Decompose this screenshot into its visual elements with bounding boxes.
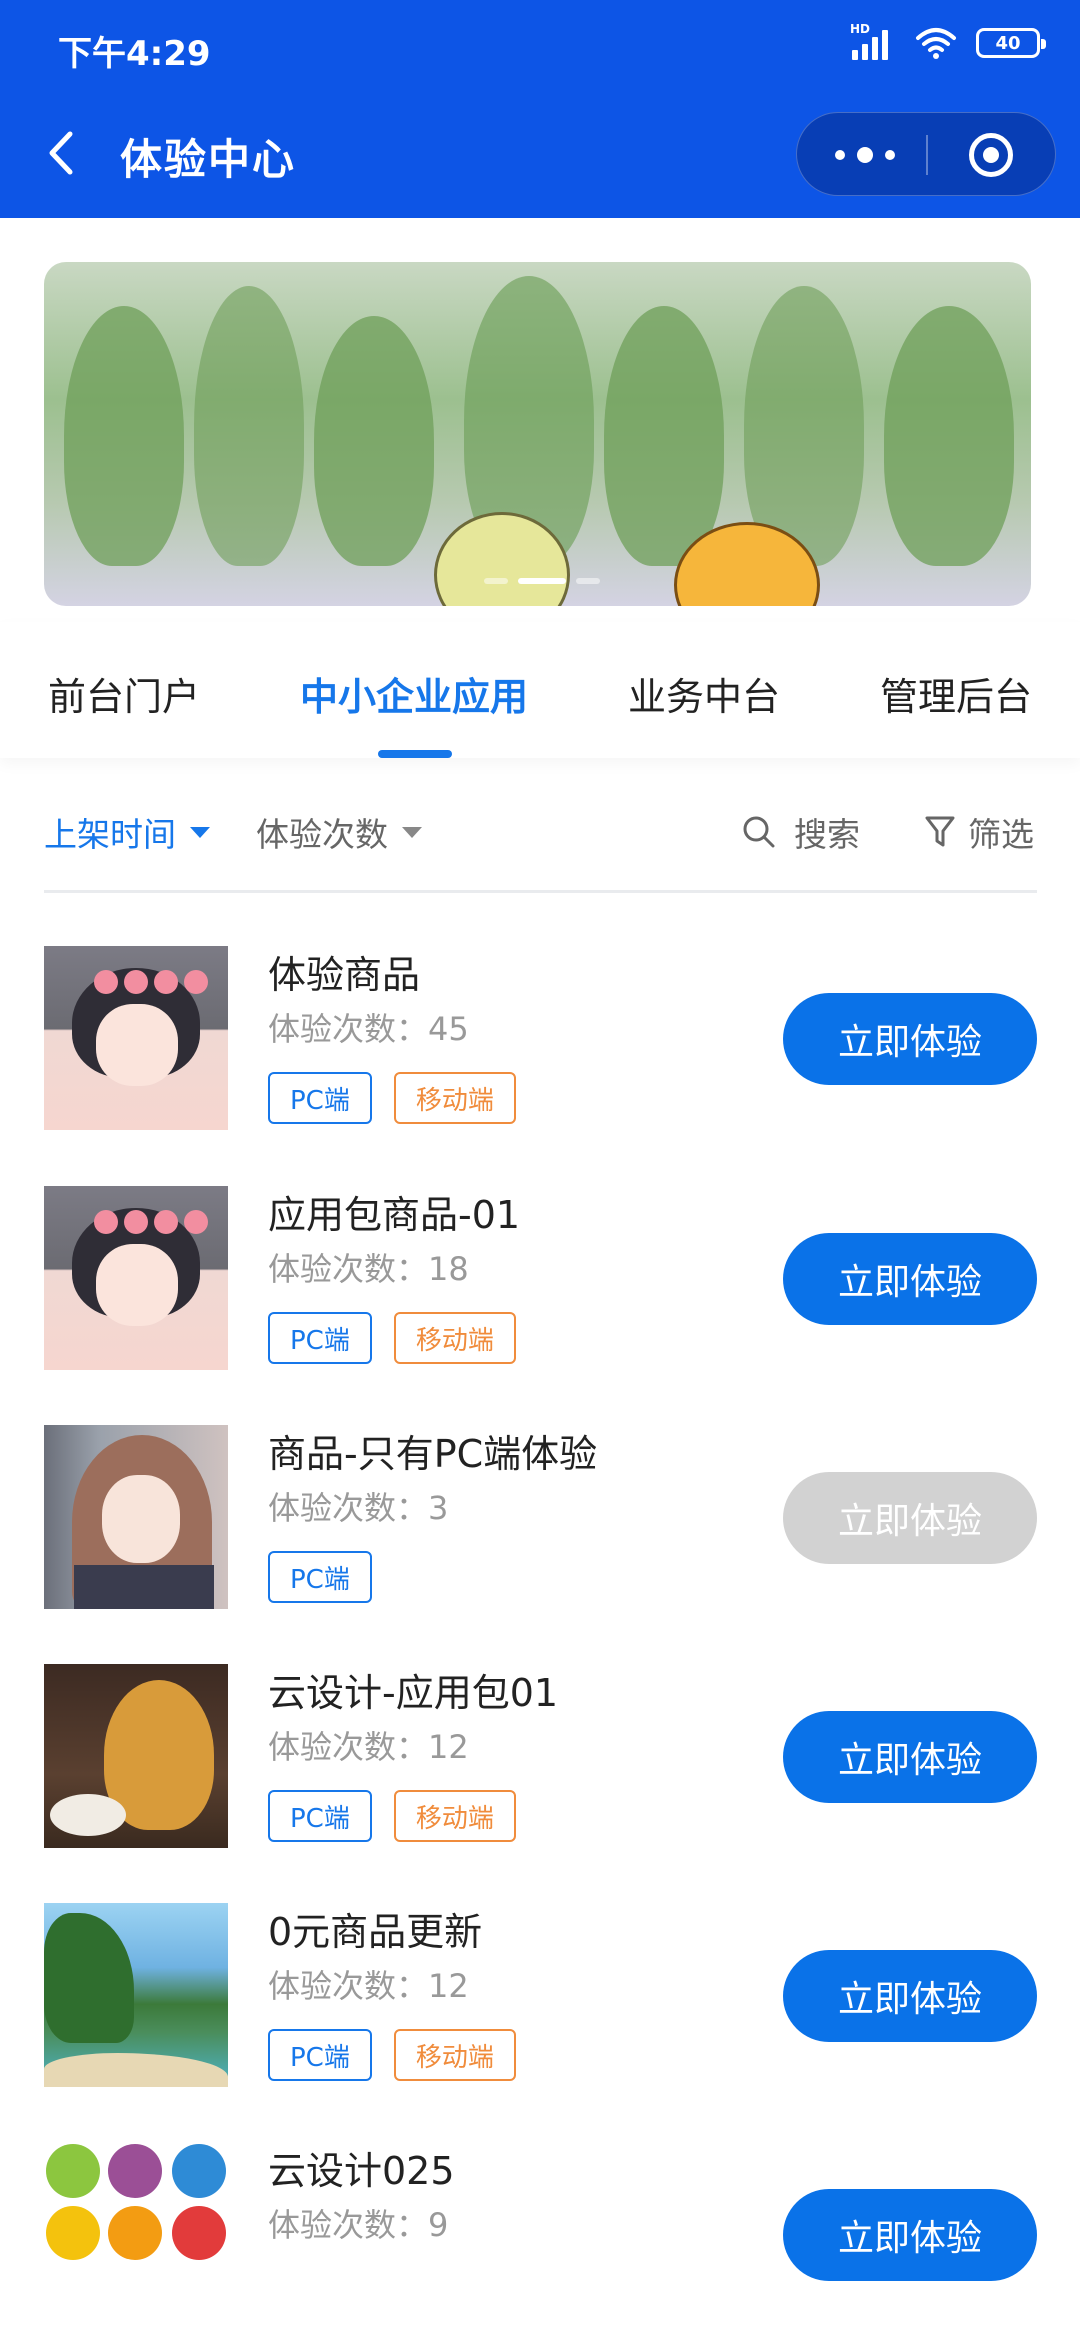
product-name: 云设计025 (268, 2149, 455, 2193)
mini-program-capsule (796, 112, 1056, 196)
product-name: 商品-只有PC端体验 (268, 1432, 598, 1476)
product-name: 应用包商品-01 (268, 1193, 521, 1237)
tab-frontend-portal[interactable]: 前台门户 (48, 666, 200, 721)
tab-admin-backend[interactable]: 管理后台 (880, 666, 1032, 721)
tag-mobile: 移动端 (393, 1072, 516, 1124)
product-count: 体验次数：18 (268, 1250, 469, 1288)
page-title: 体验中心 (120, 135, 297, 184)
carousel-indicator (484, 578, 600, 584)
tab-business-middle[interactable]: 业务中台 (628, 666, 780, 721)
caret-down-icon (190, 826, 210, 838)
product-name: 体验商品 (268, 953, 421, 997)
try-now-button[interactable]: 立即体验 (783, 1233, 1037, 1325)
sort-by-count[interactable]: 体验次数 (256, 808, 422, 856)
product-tags: PC端 移动端 (268, 1790, 516, 1842)
product-thumbnail (44, 1186, 228, 1370)
product-item[interactable]: 体验商品 体验次数：45 PC端 移动端 立即体验 (44, 946, 1037, 1130)
network-label: HD (850, 22, 871, 36)
product-item[interactable]: 云设计025 体验次数：9 立即体验 (44, 2142, 1037, 2326)
sort-by-time[interactable]: 上架时间 (44, 808, 210, 856)
try-now-button[interactable]: 立即体验 (783, 1950, 1037, 2042)
search-button[interactable]: 搜索 (742, 808, 860, 856)
tag-mobile: 移动端 (393, 1312, 516, 1364)
product-thumbnail (44, 1425, 228, 1609)
product-tags: PC端 移动端 (268, 1072, 516, 1124)
product-count: 体验次数：12 (268, 1967, 469, 2005)
product-thumbnail (44, 2142, 228, 2326)
tag-pc: PC端 (268, 1551, 372, 1603)
product-tags: PC端 (268, 1551, 372, 1603)
wifi-icon (916, 28, 956, 59)
product-tags: PC端 移动端 (268, 1312, 516, 1364)
sort-count-label: 体验次数 (256, 815, 388, 854)
product-name: 0元商品更新 (268, 1910, 483, 1954)
tab-sme-apps[interactable]: 中小企业应用 (300, 666, 528, 721)
try-now-button[interactable]: 立即体验 (783, 1711, 1037, 1803)
product-thumbnail (44, 1903, 228, 2087)
product-thumbnail (44, 1664, 228, 1848)
filter-bar: 上架时间 体验次数 搜索 筛选 (44, 790, 1037, 893)
filter-button[interactable]: 筛选 (924, 808, 1034, 856)
search-label: 搜索 (794, 815, 860, 854)
product-item[interactable]: 0元商品更新 体验次数：12 PC端 移动端 立即体验 (44, 1903, 1037, 2087)
tag-mobile: 移动端 (393, 1790, 516, 1842)
product-count: 体验次数：9 (268, 2206, 449, 2244)
tag-pc: PC端 (268, 1072, 372, 1124)
filter-label: 筛选 (968, 815, 1034, 854)
caret-down-icon (402, 826, 422, 838)
target-circle-icon[interactable] (969, 133, 1013, 177)
filter-icon (925, 816, 955, 847)
try-now-button[interactable]: 立即体验 (783, 2189, 1037, 2281)
active-tab-indicator (378, 750, 452, 758)
tag-pc: PC端 (268, 1790, 372, 1842)
capsule-divider (926, 135, 928, 175)
signal-icon: HD (850, 22, 896, 60)
banner-carousel[interactable] (44, 262, 1031, 606)
app-header: 下午4:29 HD 40 体验中心 (0, 0, 1080, 218)
battery-level: 40 (995, 32, 1021, 54)
product-item[interactable]: 商品-只有PC端体验 体验次数：3 PC端 立即体验 (44, 1425, 1037, 1609)
product-count: 体验次数：45 (268, 1010, 469, 1048)
product-tags: PC端 移动端 (268, 2029, 516, 2081)
search-icon (743, 816, 775, 848)
battery-icon: 40 (976, 28, 1046, 58)
try-now-button[interactable]: 立即体验 (783, 993, 1037, 1085)
tag-pc: PC端 (268, 1312, 372, 1364)
product-item[interactable]: 应用包商品-01 体验次数：18 PC端 移动端 立即体验 (44, 1186, 1037, 1370)
status-time: 下午4:29 (58, 34, 211, 74)
status-icons: HD 40 (850, 22, 1046, 60)
product-name: 云设计-应用包01 (268, 1671, 559, 1715)
product-thumbnail (44, 946, 228, 1130)
sort-time-label: 上架时间 (44, 815, 176, 854)
more-dots-icon[interactable] (835, 141, 895, 169)
product-item[interactable]: 云设计-应用包01 体验次数：12 PC端 移动端 立即体验 (44, 1664, 1037, 1848)
category-tabs: 前台门户 中小企业应用 业务中台 管理后台 (0, 622, 1080, 758)
banner-art (64, 306, 184, 566)
chevron-left-icon[interactable] (42, 128, 78, 178)
try-now-button-disabled: 立即体验 (783, 1472, 1037, 1564)
tag-pc: PC端 (268, 2029, 372, 2081)
tag-mobile: 移动端 (393, 2029, 516, 2081)
product-count: 体验次数：3 (268, 1489, 449, 1527)
product-count: 体验次数：12 (268, 1728, 469, 1766)
